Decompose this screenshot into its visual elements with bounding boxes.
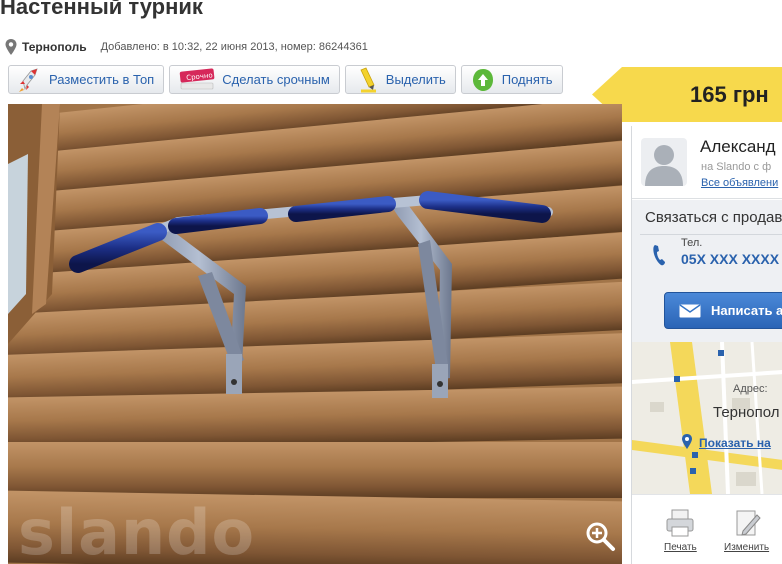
seller-name: Александ: [700, 137, 776, 156]
contact-divider: [640, 234, 782, 235]
phone-number[interactable]: 05X XXX XXXX: [681, 251, 779, 267]
phone-icon: [653, 245, 665, 266]
ad-tools: Печать Изменить: [632, 494, 782, 564]
make-urgent-label: Сделать срочным: [222, 72, 330, 87]
promo-actions: Разместить в Топ Срочно Сделать срочным …: [8, 65, 563, 94]
wood-logs: [8, 104, 622, 564]
seller-all-ads-link[interactable]: Все объявлени: [701, 177, 778, 189]
top-placement-button[interactable]: Разместить в Топ: [8, 65, 165, 94]
print-button[interactable]: Печать: [664, 507, 697, 553]
top-placement-label: Разместить в Топ: [49, 72, 155, 87]
envelope-icon: [679, 303, 701, 317]
highlight-label: Выделить: [385, 72, 446, 87]
write-message-label: Написать а: [711, 303, 782, 318]
bump-up-label: Поднять: [501, 72, 553, 87]
address-value: Тернопол: [713, 404, 780, 421]
highlight-button[interactable]: Выделить: [344, 65, 456, 94]
make-urgent-button[interactable]: Срочно Сделать срочным: [169, 65, 340, 94]
location-map[interactable]: Адрес: Тернопол Показать на: [632, 342, 782, 494]
price-value: 165 грн: [690, 82, 769, 107]
map-pin-icon: [682, 434, 692, 449]
ad-added-info: Добавлено: в 10:32, 22 июня 2013, номер:…: [100, 41, 368, 53]
location-pin-icon: [5, 39, 17, 55]
photo-watermark: slando: [18, 496, 256, 564]
contact-box: Связаться с продав Тел. 05X XXX XXXX Нап…: [632, 200, 782, 342]
seller-since: на Slando с ф: [701, 161, 772, 173]
edit-label: Изменить: [724, 542, 770, 553]
write-message-button[interactable]: Написать а: [664, 292, 782, 329]
print-label: Печать: [664, 542, 697, 553]
avatar-icon: [641, 138, 687, 186]
urgent-stamp-icon: Срочно: [179, 67, 215, 89]
show-on-map-link[interactable]: Показать на: [699, 436, 771, 450]
phone-label: Тел.: [681, 237, 703, 249]
address-label: Адрес:: [733, 383, 768, 395]
ad-photo[interactable]: slando: [8, 104, 622, 564]
printer-icon: [666, 509, 694, 537]
edit-icon: [736, 510, 761, 536]
seller-sidebar: Александ на Slando с ф Все объявлени Свя…: [631, 126, 782, 564]
ad-city[interactable]: Тернополь: [22, 40, 87, 54]
highlighter-icon: [360, 66, 376, 92]
edit-button[interactable]: Изменить: [724, 507, 769, 553]
bump-up-button[interactable]: Поднять: [460, 65, 563, 94]
up-arrow-leaf-icon: [472, 68, 493, 91]
contact-header: Связаться с продав: [645, 209, 782, 226]
svg-text:Срочно: Срочно: [186, 71, 213, 82]
zoom-in-icon[interactable]: [584, 520, 616, 552]
rocket-icon: [19, 67, 38, 92]
seller-card: Александ на Slando с ф Все объявлени: [632, 126, 782, 199]
photo-image: [8, 104, 622, 564]
ad-title: Настенный турник: [0, 0, 203, 19]
ad-meta: Тернополь Добавлено: в 10:32, 22 июня 20…: [4, 38, 368, 56]
